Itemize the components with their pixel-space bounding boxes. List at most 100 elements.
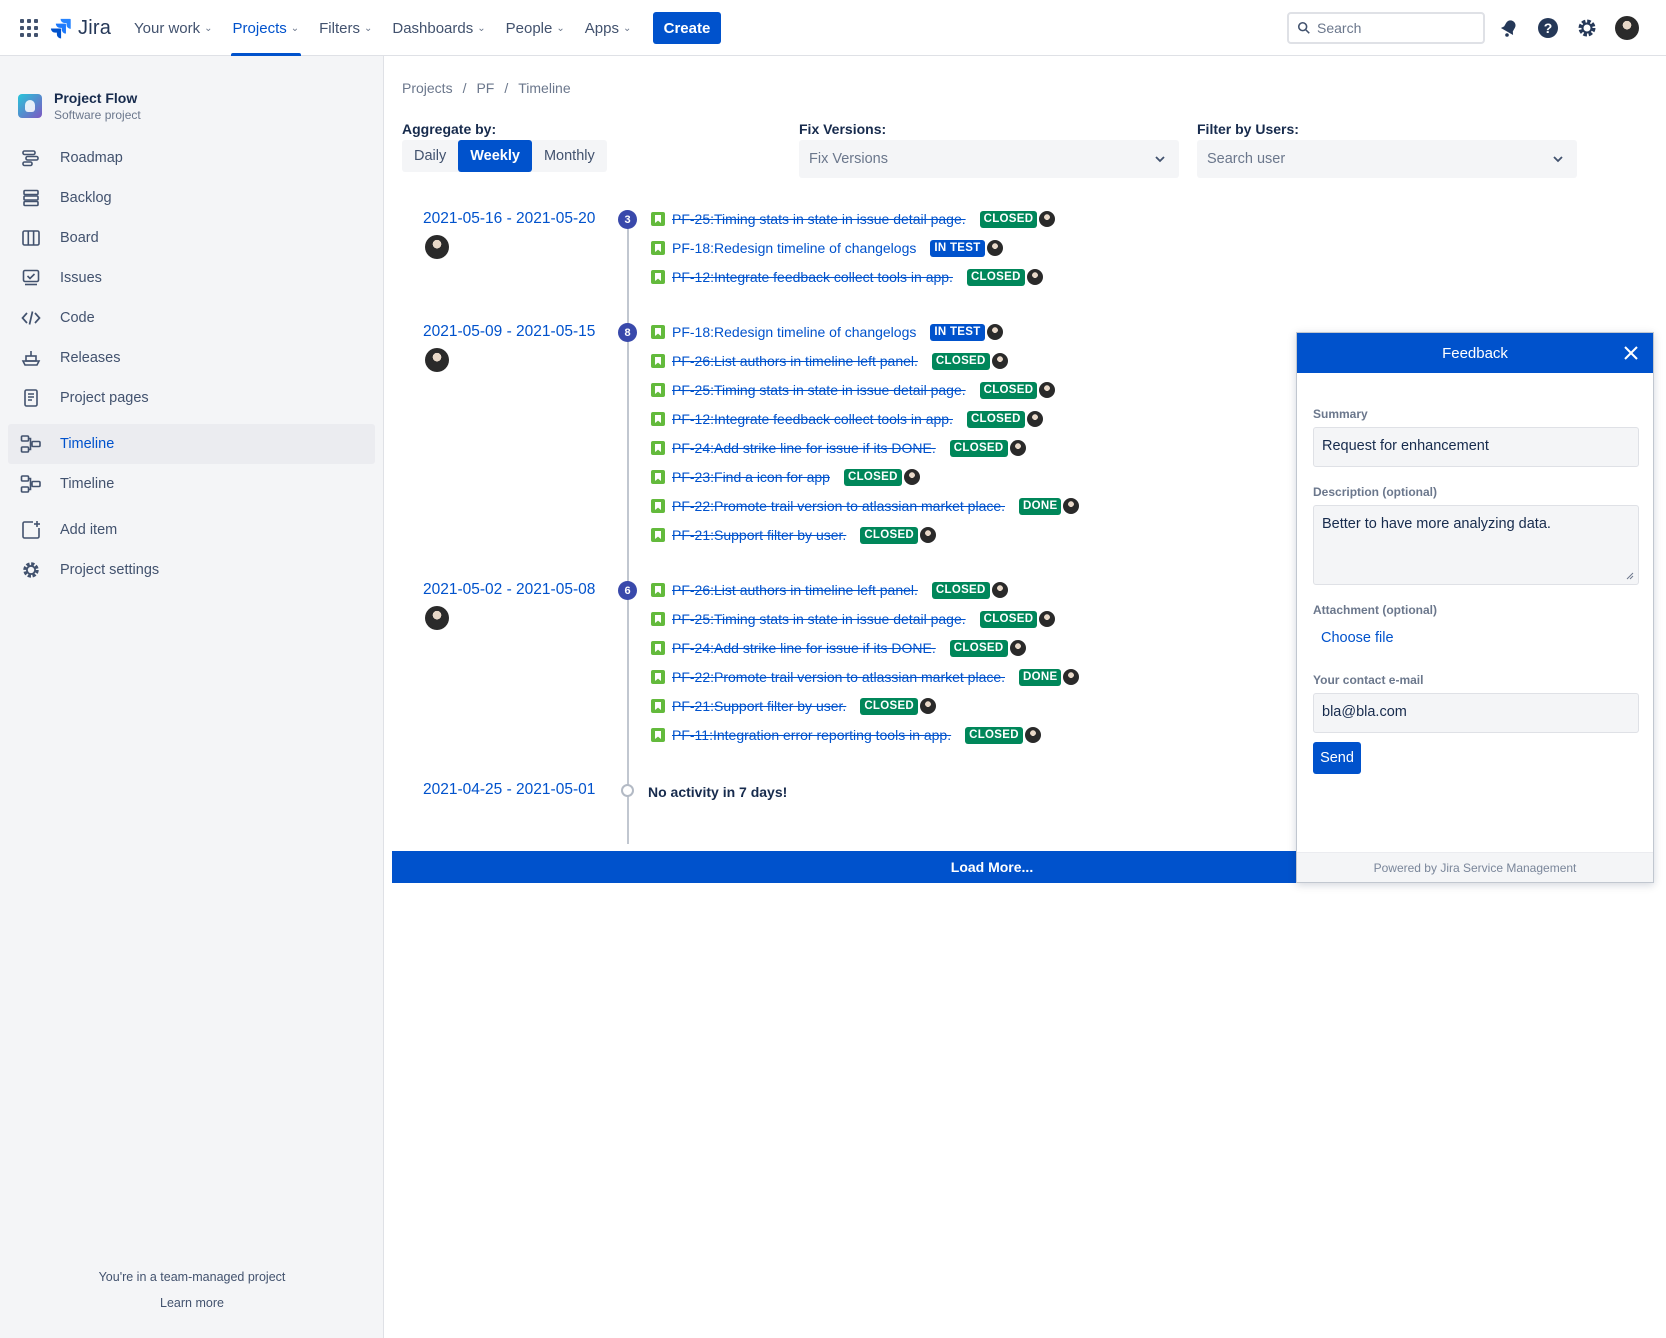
week-date-range[interactable]: 2021-05-16 - 2021-05-20 — [423, 210, 595, 228]
breadcrumb-timeline[interactable]: Timeline — [518, 80, 570, 96]
aggregate-weekly-button[interactable]: Weekly — [458, 140, 532, 172]
issue-link[interactable]: PF-22:Promote trail version to atlassian… — [672, 498, 1005, 514]
create-button[interactable]: Create — [653, 12, 721, 44]
menu-filters[interactable]: Filters ⌄ — [309, 0, 382, 56]
issue-link[interactable]: PF-12:Integrate feedback collect tools i… — [672, 269, 953, 285]
assignee-avatar — [1039, 382, 1056, 398]
aggregate-daily-button[interactable]: Daily — [402, 140, 458, 172]
menu-apps[interactable]: Apps ⌄ — [575, 0, 642, 56]
breadcrumb-pf[interactable]: PF — [476, 80, 494, 96]
project-avatar — [18, 94, 42, 118]
fix-versions-select[interactable]: Fix Versions — [799, 140, 1179, 178]
issue-link[interactable]: PF-23:Find a icon for app — [672, 469, 830, 485]
week-date-range[interactable]: 2021-04-25 - 2021-05-01 — [423, 781, 595, 799]
close-icon[interactable] — [1623, 345, 1639, 361]
issue-link[interactable]: PF-18:Redesign timeline of changelogs — [672, 324, 916, 340]
assignee-avatar — [1026, 269, 1043, 285]
learn-more-link[interactable]: Learn more — [0, 1296, 384, 1310]
issue-link[interactable]: PF-25:Timing stats in state in issue det… — [672, 211, 966, 227]
week-date-range[interactable]: 2021-05-02 - 2021-05-08 — [423, 581, 595, 599]
issue-link[interactable]: PF-21:Support filter by user. — [672, 527, 846, 543]
menu-label: Dashboards — [392, 19, 474, 37]
description-value: Better to have more analyzing data. — [1322, 516, 1551, 532]
help-icon[interactable]: ? — [1535, 15, 1561, 41]
story-icon — [651, 212, 665, 226]
assignee-avatar — [986, 240, 1003, 256]
menu-label: Apps — [584, 19, 619, 37]
issue-link[interactable]: PF-26:List authors in timeline left pane… — [672, 582, 918, 598]
chevron-down-icon: ⌄ — [477, 22, 486, 34]
code-icon — [20, 307, 42, 329]
sidebar-item-timeline-active[interactable]: Timeline — [8, 424, 375, 464]
menu-people[interactable]: People ⌄ — [496, 0, 575, 56]
story-icon — [651, 354, 665, 368]
choose-file-button[interactable]: Choose file — [1321, 630, 1394, 646]
avatar — [425, 348, 449, 372]
filter-users-placeholder: Search user — [1207, 151, 1286, 167]
issue-row: PF-12:Integrate feedback collect tools i… — [651, 266, 1043, 288]
sidebar-item-label: Backlog — [60, 190, 112, 206]
profile-avatar[interactable] — [1614, 15, 1640, 41]
breadcrumb-projects[interactable]: Projects — [402, 80, 453, 96]
sidebar-item-label: Releases — [60, 350, 121, 366]
menu-your-work[interactable]: Your work ⌄ — [124, 0, 223, 56]
story-icon — [651, 641, 665, 655]
sidebar-item-project-settings[interactable]: Project settings — [8, 550, 375, 590]
sidebar-item-roadmap[interactable]: Roadmap — [8, 138, 375, 178]
sidebar-item-add-item[interactable]: Add item — [8, 510, 375, 550]
sidebar-item-code[interactable]: Code — [8, 298, 375, 338]
summary-field[interactable]: Request for enhancement — [1313, 427, 1639, 467]
issue-link[interactable]: PF-11:Integration error reporting tools … — [672, 727, 951, 743]
issue-link[interactable]: PF-12:Integrate feedback collect tools i… — [672, 411, 953, 427]
status-badge: CLOSED — [979, 210, 1038, 228]
sidebar-item-issues[interactable]: Issues — [8, 258, 375, 298]
issue-link[interactable]: PF-25:Timing stats in state in issue det… — [672, 611, 966, 627]
project-header[interactable]: Project Flow Software project — [18, 90, 141, 122]
project-pages-icon — [20, 387, 42, 409]
apps-grid-icon[interactable] — [20, 19, 38, 37]
sidebar-nav: Roadmap Backlog Board Issues Code Releas… — [8, 138, 375, 590]
menu-dashboards[interactable]: Dashboards ⌄ — [382, 0, 495, 56]
assignee-avatar — [1009, 640, 1026, 656]
sidebar-item-board[interactable]: Board — [8, 218, 375, 258]
jira-logo[interactable]: Jira — [50, 16, 111, 40]
filter-users-select[interactable]: Search user — [1197, 140, 1577, 178]
no-activity-text: No activity in 7 days! — [648, 784, 788, 800]
aggregate-label: Aggregate by: — [402, 121, 497, 137]
issue-row: PF-23:Find a icon for app CLOSED — [651, 466, 920, 488]
issue-link[interactable]: PF-26:List authors in timeline left pane… — [672, 353, 918, 369]
team-managed-note: You're in a team-managed project — [98, 1270, 286, 1284]
assignee-avatar — [1009, 440, 1026, 456]
email-field[interactable]: bla@bla.com — [1313, 693, 1639, 733]
issue-link[interactable]: PF-22:Promote trail version to atlassian… — [672, 669, 1005, 685]
sidebar-item-label: Roadmap — [60, 150, 123, 166]
status-badge: DONE — [1019, 668, 1062, 686]
issue-row: PF-21:Support filter by user. CLOSED — [651, 695, 937, 717]
feedback-title: Feedback — [1442, 344, 1508, 362]
issue-link[interactable]: PF-24:Add strike line for issue if its D… — [672, 640, 936, 656]
timeline-icon — [20, 433, 42, 455]
description-field[interactable]: Better to have more analyzing data. — [1313, 505, 1639, 585]
issue-link[interactable]: PF-25:Timing stats in state in issue det… — [672, 382, 966, 398]
sidebar-item-label: Issues — [60, 270, 102, 286]
issue-link[interactable]: PF-24:Add strike line for issue if its D… — [672, 440, 936, 456]
sidebar-item-timeline[interactable]: Timeline — [8, 464, 375, 504]
issue-link[interactable]: PF-21:Support filter by user. — [672, 698, 846, 714]
story-icon — [651, 325, 665, 339]
sidebar-footer: You're in a team-managed project Learn m… — [0, 1270, 384, 1310]
sidebar-item-releases[interactable]: Releases — [8, 338, 375, 378]
notifications-icon[interactable] — [1496, 15, 1522, 41]
send-button[interactable]: Send — [1313, 742, 1361, 774]
sidebar-item-backlog[interactable]: Backlog — [8, 178, 375, 218]
aggregate-monthly-button[interactable]: Monthly — [532, 140, 607, 172]
week-date-range[interactable]: 2021-05-09 - 2021-05-15 — [423, 323, 595, 341]
issue-link[interactable]: PF-18:Redesign timeline of changelogs — [672, 240, 916, 256]
story-icon — [651, 499, 665, 513]
search-input[interactable]: Search — [1287, 12, 1485, 44]
feedback-header: Feedback — [1297, 333, 1653, 373]
top-navigation: Jira Your work ⌄ Projects ⌄ Filters ⌄ Dashb… — [0, 0, 1666, 56]
settings-icon[interactable] — [1574, 15, 1600, 41]
resize-handle-icon[interactable] — [1626, 572, 1634, 580]
sidebar-item-project-pages[interactable]: Project pages — [8, 378, 375, 418]
menu-projects[interactable]: Projects ⌄ — [223, 0, 310, 56]
